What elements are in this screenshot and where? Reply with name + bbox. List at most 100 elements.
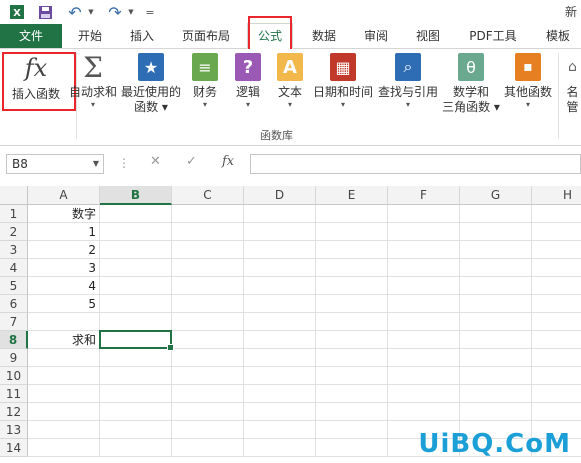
row-header-5[interactable]: 5 bbox=[0, 277, 28, 295]
cell-b14[interactable] bbox=[100, 439, 172, 457]
cell-a3[interactable]: 2 bbox=[28, 241, 100, 259]
text-button[interactable]: A 文本 ▾ bbox=[273, 53, 307, 110]
math-trig-button[interactable]: θ 数学和 三角函数 ▾ bbox=[442, 53, 500, 115]
name-box[interactable]: B8 ▼ bbox=[6, 154, 104, 174]
column-header-c[interactable]: C bbox=[172, 186, 244, 205]
cell-g9[interactable] bbox=[460, 349, 532, 367]
cell-c12[interactable] bbox=[172, 403, 244, 421]
cell-f1[interactable] bbox=[388, 205, 460, 223]
column-header-d[interactable]: D bbox=[244, 186, 316, 205]
row-header-4[interactable]: 4 bbox=[0, 259, 28, 277]
cell-h2[interactable] bbox=[532, 223, 581, 241]
cell-d2[interactable] bbox=[244, 223, 316, 241]
cell-f6[interactable] bbox=[388, 295, 460, 313]
tab-data[interactable]: 数据 bbox=[302, 24, 346, 48]
cell-d13[interactable] bbox=[244, 421, 316, 439]
cell-e4[interactable] bbox=[316, 259, 388, 277]
cell-h7[interactable] bbox=[532, 313, 581, 331]
cell-c10[interactable] bbox=[172, 367, 244, 385]
redo-dropdown-icon[interactable]: ▼ bbox=[126, 3, 136, 21]
cell-a10[interactable] bbox=[28, 367, 100, 385]
financial-button[interactable]: ≡ 财务 ▾ bbox=[188, 53, 222, 110]
cell-b7[interactable] bbox=[100, 313, 172, 331]
cell-a13[interactable] bbox=[28, 421, 100, 439]
cell-f8[interactable] bbox=[388, 331, 460, 349]
cell-h11[interactable] bbox=[532, 385, 581, 403]
cell-g6[interactable] bbox=[460, 295, 532, 313]
cell-h1[interactable] bbox=[532, 205, 581, 223]
tab-view[interactable]: 视图 bbox=[406, 24, 450, 48]
cell-h5[interactable] bbox=[532, 277, 581, 295]
cell-e9[interactable] bbox=[316, 349, 388, 367]
cell-e3[interactable] bbox=[316, 241, 388, 259]
formula-input[interactable] bbox=[250, 154, 581, 174]
lookup-reference-button[interactable]: ⌕ 查找与引用 ▾ bbox=[376, 53, 440, 110]
cell-a12[interactable] bbox=[28, 403, 100, 421]
tab-pdf-tools[interactable]: PDF工具 bbox=[460, 24, 526, 48]
cell-e13[interactable] bbox=[316, 421, 388, 439]
cell-f2[interactable] bbox=[388, 223, 460, 241]
row-header-3[interactable]: 3 bbox=[0, 241, 28, 259]
cell-g7[interactable] bbox=[460, 313, 532, 331]
cell-b11[interactable] bbox=[100, 385, 172, 403]
cell-d8[interactable] bbox=[244, 331, 316, 349]
cell-f11[interactable] bbox=[388, 385, 460, 403]
cell-h3[interactable] bbox=[532, 241, 581, 259]
cell-c9[interactable] bbox=[172, 349, 244, 367]
row-header-9[interactable]: 9 bbox=[0, 349, 28, 367]
cell-c1[interactable] bbox=[172, 205, 244, 223]
cell-a5[interactable]: 4 bbox=[28, 277, 100, 295]
cell-c4[interactable] bbox=[172, 259, 244, 277]
fill-handle[interactable] bbox=[167, 344, 174, 351]
cell-h12[interactable] bbox=[532, 403, 581, 421]
cell-a14[interactable] bbox=[28, 439, 100, 457]
cell-h9[interactable] bbox=[532, 349, 581, 367]
cell-e12[interactable] bbox=[316, 403, 388, 421]
autosum-button[interactable]: Σ 自动求和 ▾ bbox=[68, 51, 118, 110]
column-header-a[interactable]: A bbox=[28, 186, 100, 205]
cell-b1[interactable] bbox=[100, 205, 172, 223]
cell-e11[interactable] bbox=[316, 385, 388, 403]
tab-page-layout[interactable]: 页面布局 bbox=[172, 24, 240, 48]
cell-f10[interactable] bbox=[388, 367, 460, 385]
cell-b13[interactable] bbox=[100, 421, 172, 439]
cell-b5[interactable] bbox=[100, 277, 172, 295]
cell-b2[interactable] bbox=[100, 223, 172, 241]
cell-g8[interactable] bbox=[460, 331, 532, 349]
recently-used-button[interactable]: ★ 最近使用的 函数 ▾ bbox=[120, 53, 182, 115]
cell-a1[interactable]: 数字 bbox=[28, 205, 100, 223]
select-all-corner[interactable] bbox=[0, 186, 28, 205]
cell-e10[interactable] bbox=[316, 367, 388, 385]
cell-e7[interactable] bbox=[316, 313, 388, 331]
cell-f4[interactable] bbox=[388, 259, 460, 277]
logical-button[interactable]: ? 逻辑 ▾ bbox=[231, 53, 265, 110]
cell-c14[interactable] bbox=[172, 439, 244, 457]
cell-a6[interactable]: 5 bbox=[28, 295, 100, 313]
cell-d14[interactable] bbox=[244, 439, 316, 457]
cell-f3[interactable] bbox=[388, 241, 460, 259]
cell-c2[interactable] bbox=[172, 223, 244, 241]
customize-qat-icon[interactable]: = bbox=[144, 3, 156, 21]
cell-a11[interactable] bbox=[28, 385, 100, 403]
row-header-2[interactable]: 2 bbox=[0, 223, 28, 241]
tab-file[interactable]: 文件 bbox=[0, 24, 62, 48]
cell-h8[interactable] bbox=[532, 331, 581, 349]
cell-d6[interactable] bbox=[244, 295, 316, 313]
column-header-b[interactable]: B bbox=[100, 186, 172, 205]
column-header-h[interactable]: H bbox=[532, 186, 581, 205]
row-header-6[interactable]: 6 bbox=[0, 295, 28, 313]
cell-c3[interactable] bbox=[172, 241, 244, 259]
row-header-13[interactable]: 13 bbox=[0, 421, 28, 439]
cell-e14[interactable] bbox=[316, 439, 388, 457]
cell-g2[interactable] bbox=[460, 223, 532, 241]
cancel-icon[interactable]: ✕ bbox=[150, 154, 161, 169]
cell-d10[interactable] bbox=[244, 367, 316, 385]
cell-e8[interactable] bbox=[316, 331, 388, 349]
formula-bar-resize-handle[interactable]: ⋮ bbox=[118, 156, 130, 170]
cell-h4[interactable] bbox=[532, 259, 581, 277]
cell-d12[interactable] bbox=[244, 403, 316, 421]
undo-dropdown-icon[interactable]: ▼ bbox=[86, 3, 96, 21]
cell-d7[interactable] bbox=[244, 313, 316, 331]
cell-d11[interactable] bbox=[244, 385, 316, 403]
cell-e6[interactable] bbox=[316, 295, 388, 313]
